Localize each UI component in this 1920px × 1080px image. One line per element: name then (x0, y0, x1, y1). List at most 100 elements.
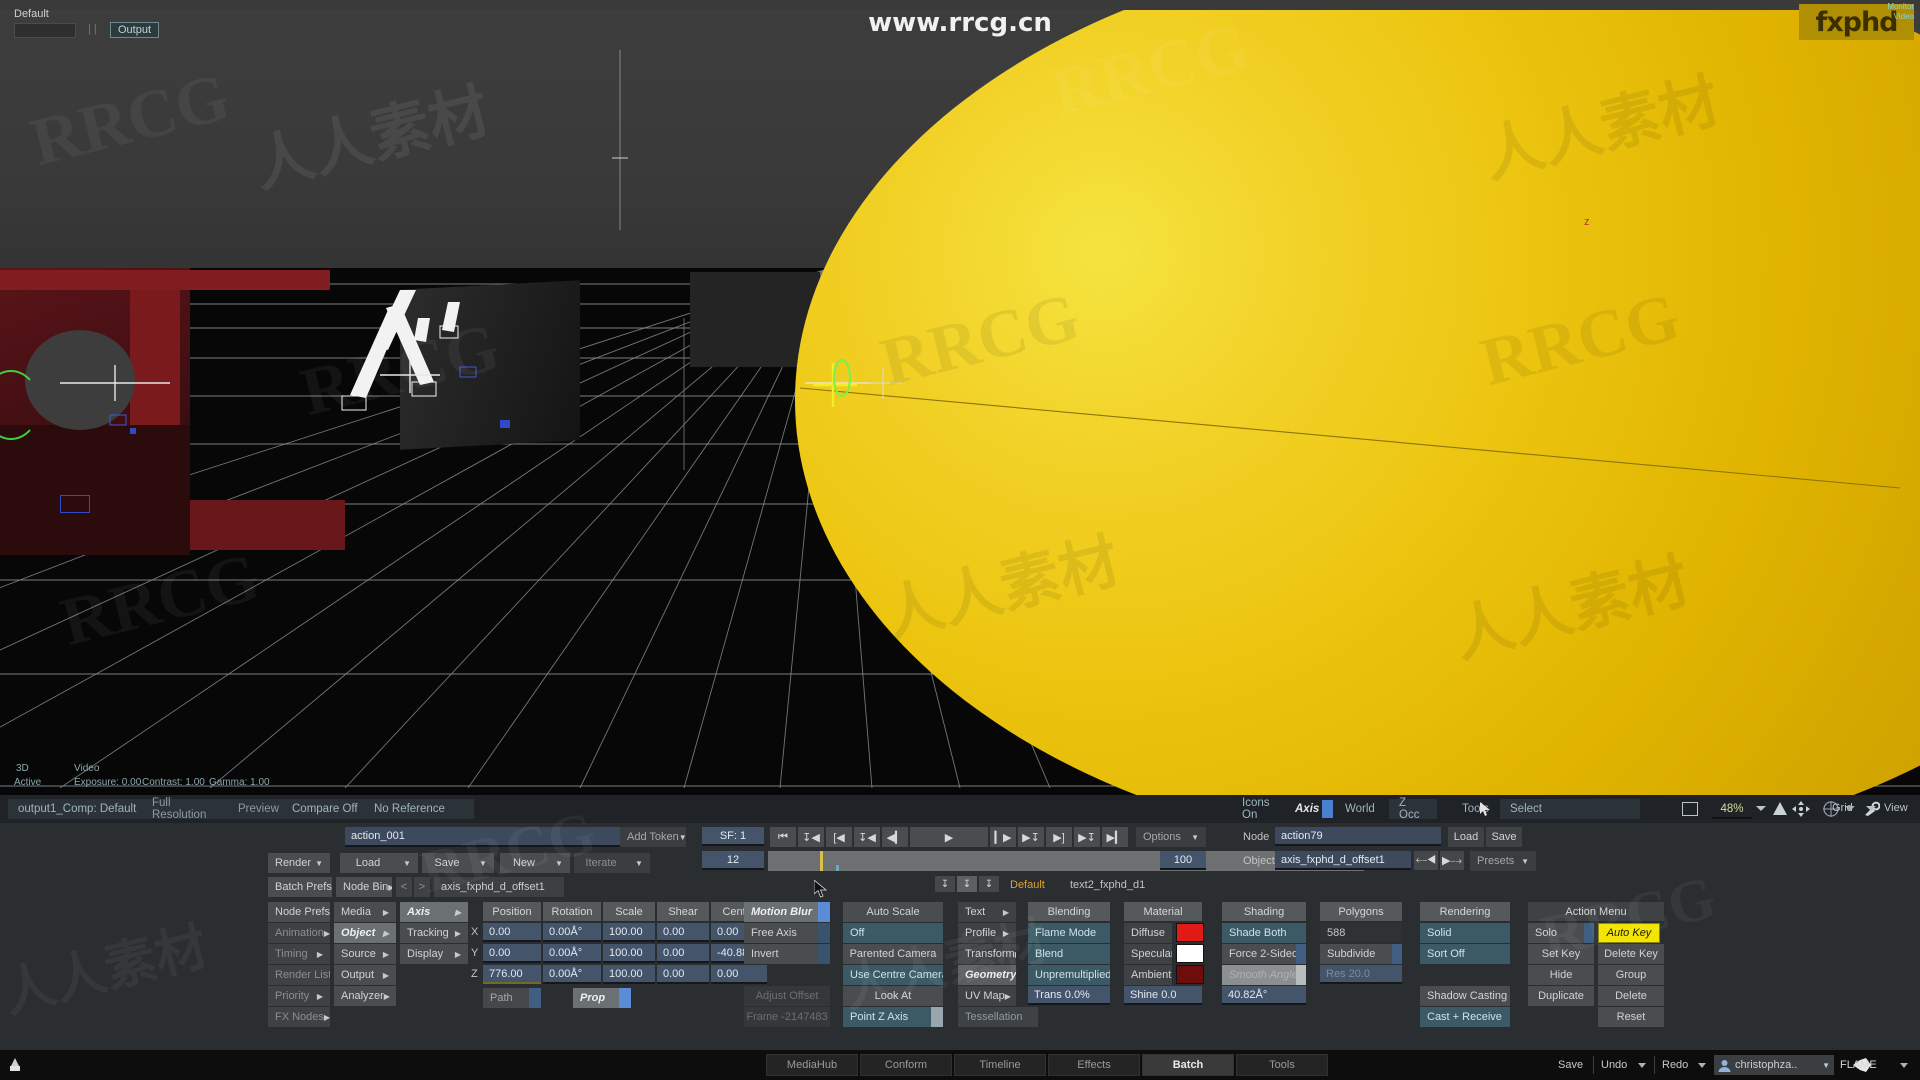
analyzer-button[interactable]: Analyzer ▶ (334, 986, 396, 1006)
subdivide-indicator[interactable] (1392, 944, 1402, 964)
nav-prev-button[interactable]: < (396, 877, 412, 897)
res-field[interactable]: Res 20.0 (1320, 965, 1402, 984)
taskbar-save-button[interactable]: Save (1558, 1059, 1583, 1071)
tessellation-button[interactable]: Tessellation (958, 1007, 1038, 1027)
home-icon[interactable] (1772, 801, 1788, 817)
transport-prev-keyframe[interactable]: ↧◀ (798, 827, 824, 847)
move-icon[interactable] (1792, 801, 1810, 817)
transport-goto-start[interactable]: [◀ (826, 827, 852, 847)
save-dropdown[interactable]: ▼ (472, 853, 494, 873)
current-frame-field[interactable]: 12 (702, 851, 764, 870)
scale-x-field[interactable]: 100.00 (603, 923, 655, 942)
iterate-dropdown[interactable]: ▼ (628, 853, 650, 873)
viewport-name-field[interactable] (14, 23, 76, 38)
reference-button[interactable]: No Reference (364, 799, 474, 819)
smooth-angle-value-field[interactable]: 40.82Å° (1222, 986, 1306, 1005)
specular-label-button[interactable]: Specular (1124, 944, 1172, 964)
keyframe-out-button[interactable]: ↧ (979, 876, 999, 892)
timeline-marker[interactable] (836, 865, 839, 871)
transport-goto-end[interactable]: ▶] (1046, 827, 1072, 847)
new-button[interactable]: New (500, 853, 548, 873)
source-button[interactable]: Source ▶ (334, 944, 396, 964)
object-prev-button[interactable]: ⤌◀ (1414, 851, 1438, 870)
off-button[interactable]: Off (843, 923, 943, 943)
diffuse-color-swatch[interactable] (1176, 923, 1204, 942)
prop-button[interactable]: Prop (573, 988, 619, 1008)
keyframe-in-button[interactable]: ↧ (935, 876, 955, 892)
display-button[interactable]: Display ▶ (400, 944, 468, 964)
set-key-button[interactable]: Set Key (1528, 944, 1594, 964)
shear-z-field[interactable]: 0.00 (657, 965, 709, 984)
point-z-axis-indicator[interactable] (931, 1007, 943, 1027)
tracking-button[interactable]: Tracking ▶ (400, 923, 468, 943)
rotation-x-field[interactable]: 0.00Å° (543, 923, 601, 942)
nav-next-button[interactable]: > (414, 877, 430, 897)
undo-dropdown-icon[interactable] (1638, 1063, 1646, 1068)
auto-key-button[interactable]: Auto Key (1598, 923, 1660, 943)
grid-dropdown-icon[interactable] (1866, 806, 1876, 811)
iterate-button[interactable]: Iterate (574, 853, 628, 873)
smooth-angle-indicator[interactable] (1296, 965, 1306, 985)
free-axis-indicator[interactable] (818, 923, 830, 943)
presets-button[interactable]: Presets ▼ (1470, 851, 1536, 871)
solid-button[interactable]: Solid (1420, 923, 1510, 943)
position-z-field[interactable]: 776.00 (483, 965, 541, 984)
parented-camera-button[interactable]: Parented Camera (843, 944, 943, 964)
smooth-angle-button[interactable]: Smooth Angle (1222, 965, 1296, 985)
invert-button[interactable]: Invert (744, 944, 818, 964)
zoom-value[interactable]: 48% (1712, 800, 1752, 819)
motion-blur-indicator[interactable] (818, 902, 830, 922)
auto-scale-button[interactable]: Auto Scale (843, 902, 943, 922)
tab-timeline[interactable]: Timeline (954, 1054, 1046, 1076)
grid-menu[interactable]: Grid (1832, 802, 1853, 814)
geometry-button[interactable]: Geometry▶ (958, 965, 1016, 985)
force-2-sided-button[interactable]: Force 2-Sided (1222, 944, 1296, 964)
keyframe-all-button[interactable]: ↧ (957, 876, 977, 892)
3d-viewport[interactable]: z RRCG RRCG RRCG RRCG RRCG RRCG 人人素材 人人素… (0, 0, 1920, 795)
transparency-field[interactable]: Trans 0.0% (1028, 986, 1110, 1005)
flame-mode-button[interactable]: Flame Mode (1028, 923, 1110, 943)
position-x-field[interactable]: 0.00 (483, 923, 541, 942)
ambient-label-button[interactable]: Ambient (1124, 965, 1172, 985)
new-dropdown[interactable]: ▼ (548, 853, 570, 873)
zoom-dropdown-icon[interactable] (1756, 806, 1766, 811)
redo-dropdown-icon[interactable] (1698, 1063, 1706, 1068)
diffuse-label-button[interactable]: Diffuse (1124, 923, 1172, 943)
sort-off-button[interactable]: Sort Off (1420, 944, 1510, 964)
resolution-button[interactable]: Full Resolution (142, 797, 234, 821)
profile-button[interactable]: Profile ▶ (958, 923, 1016, 943)
node-prefs-button[interactable]: Node Prefs▶ (268, 902, 330, 922)
axis-tab-button[interactable]: Axis ▶ (400, 902, 468, 922)
path-button[interactable]: Path (483, 988, 529, 1008)
cast-receive-button[interactable]: Cast + Receive (1420, 1007, 1510, 1027)
timing-button[interactable]: Timing ▶ (268, 944, 330, 964)
transport-step-back[interactable]: ◀▎ (882, 827, 908, 847)
transport-next-clip[interactable]: ▶▎ (1102, 827, 1128, 847)
ambient-color-swatch[interactable] (1176, 965, 1204, 984)
object-button[interactable]: Object ▶ (334, 923, 396, 943)
product-dropdown-icon[interactable] (1900, 1063, 1908, 1068)
transport-prev-clip[interactable]: ⏮ (770, 827, 796, 847)
compare-button[interactable]: Compare Off (282, 799, 374, 819)
end-frame-field[interactable]: 100 (1160, 851, 1206, 870)
zocc-button[interactable]: Z Occ (1389, 797, 1437, 821)
free-axis-button[interactable]: Free Axis (744, 923, 818, 943)
load-dropdown[interactable]: ▼ (396, 853, 418, 873)
node-bin-button[interactable]: Node Bin ▶ (336, 877, 392, 897)
invert-indicator[interactable] (818, 944, 830, 964)
specular-color-swatch[interactable] (1176, 944, 1204, 963)
shear-y-field[interactable]: 0.00 (657, 944, 709, 963)
user-menu[interactable]: christophza.. ▼ (1714, 1055, 1834, 1075)
render-list-button[interactable]: Render List▶ (268, 965, 330, 985)
shine-field[interactable]: Shine 0.0 (1124, 986, 1202, 1005)
motion-blur-button[interactable]: Motion Blur (744, 902, 818, 922)
select-tool-button[interactable]: Select (1500, 799, 1640, 819)
tab-batch[interactable]: Batch (1142, 1054, 1234, 1076)
node-name-field[interactable]: action79 (1275, 827, 1441, 846)
duplicate-button[interactable]: Duplicate (1528, 986, 1594, 1006)
node-save-button[interactable]: Save (1486, 827, 1522, 847)
fit-frame-icon[interactable] (1682, 802, 1698, 816)
shade-both-button[interactable]: Shade Both (1222, 923, 1306, 943)
world-button[interactable]: World (1335, 799, 1389, 819)
media-button[interactable]: Media ▶ (334, 902, 396, 922)
